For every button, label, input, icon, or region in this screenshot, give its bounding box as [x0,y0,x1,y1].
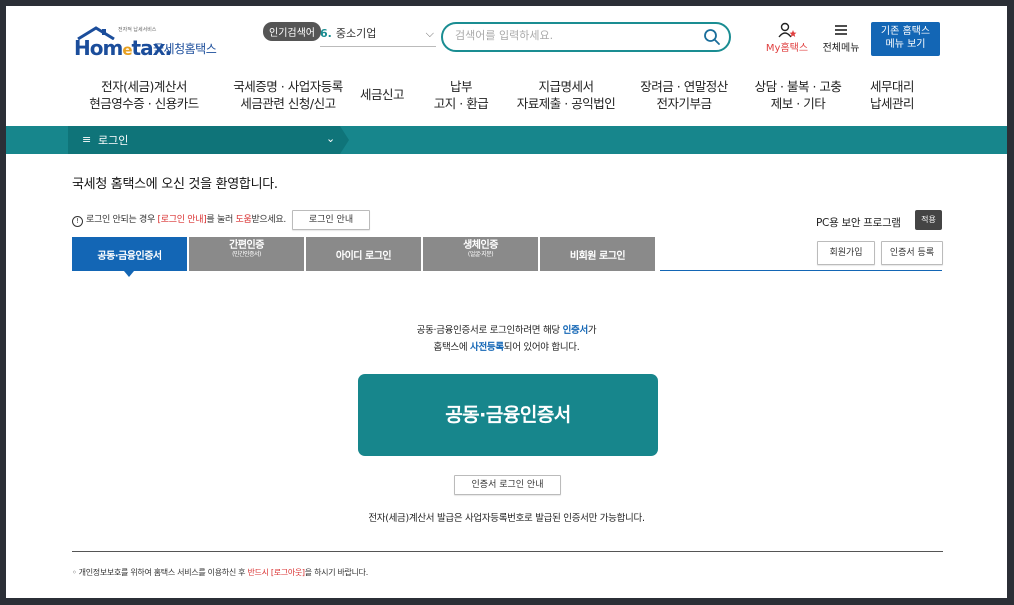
popular-rank: 6. [320,27,332,40]
cert-description-line1: 공동·금융인증서로 로그인하려면 해당 인증서가 [416,325,597,336]
search-input[interactable] [455,29,695,42]
hometax-logo[interactable]: 전자적 납세서비스 Hometax. 국세청홈택스 [74,20,234,60]
logo-tagline: 전자적 납세서비스 [118,27,157,33]
breadcrumb-bar: ≡ 로그인 ⌄ [6,126,1007,154]
list-icon: ≡ [82,133,92,146]
gnb-item-consult[interactable]: 상담 · 불복 · 고충 제보 · 기타 [748,78,848,112]
breadcrumb-arrow [340,126,349,154]
search-icon[interactable] [703,28,721,46]
user-star-icon [778,22,797,38]
gnb-item-tax-agent[interactable]: 세무대리 납세관리 [862,78,922,112]
logo-name: 국세청홈택스 [153,42,217,56]
cert-description-line2: 홈택스에 사전등록되어 있어야 합니다. [433,342,580,353]
my-hometax-label: My홈택스 [765,43,809,54]
breadcrumb-label: 로그인 [98,134,129,147]
alert-icon: ! [72,216,83,227]
gnb-item-incentive[interactable]: 장려금 · 연말정산 전자기부금 [634,78,734,112]
pc-security-apply-button[interactable]: 적용 [915,210,942,230]
tab-simple-auth[interactable]: 간편인증 (민간인증서) [189,237,305,271]
active-tab-pointer [124,271,134,277]
divider [72,551,943,552]
gnb-item-payment[interactable]: 납부 고지 · 환급 [424,78,498,112]
gnb-item-invoice[interactable]: 전자(세금)계산서 현금영수증 · 신용카드 [74,78,214,112]
search-box [441,22,731,52]
cert-register-button[interactable]: 인증서 등록 [881,241,943,265]
login-guide-button[interactable]: 로그인 안내 [292,210,370,230]
all-menu-button[interactable]: 전체메뉴 [818,22,864,54]
main-navigation: 전자(세금)계산서 현금영수증 · 신용카드 국세증명 · 사업자등록 세금관련 신… [6,78,1007,124]
chevron-down-icon[interactable]: ⌄ [326,132,335,145]
cert-login-guide-button[interactable]: 인증서 로그인 안내 [454,475,561,495]
signup-button[interactable]: 회원가입 [817,241,875,265]
popular-term: 중소기업 [335,27,377,40]
chevron-down-icon: ⌵ [425,27,434,40]
old-menu-button[interactable]: 기존 홈택스 메뉴 보기 [871,22,940,56]
tax-invoice-note: 전자(세금)계산서 발급은 사업자등록번호로 발급된 인증서만 가능합니다. [368,513,645,524]
old-menu-label-2: 메뉴 보기 [885,39,926,50]
old-menu-label-1: 기존 홈택스 [880,26,931,37]
hamburger-icon [835,25,847,35]
tab-joint-certificate[interactable]: 공동·금융인증서 [72,237,188,271]
tab-biometric[interactable]: 생체인증 (얼굴·지문) [423,237,539,271]
gnb-item-tax-report[interactable]: 세금신고 [352,86,412,103]
pc-security-label: PC용 보안 프로그램 [816,217,901,229]
page-title: 국세청 홈택스에 오신 것을 환영합니다. [72,177,278,192]
login-help-notice: ! 로그인 안되는 경우 [로그인 안내]를 눌러 도움받으세요. [72,212,286,227]
my-hometax-link[interactable]: My홈택스 [762,22,812,54]
popular-search-select[interactable]: 6. 중소기업 ⌵ [320,25,436,47]
tab-guest-login[interactable]: 비회원 로그인 [540,237,656,271]
gnb-item-certificate[interactable]: 국세증명 · 사업자등록 세금관련 신청/신고 [218,78,358,112]
gnb-item-payment-statement[interactable]: 지급명세서 자료제출 · 공익법인 [506,78,626,112]
tab-underline [660,270,942,271]
cert-login-button[interactable]: 공동·금융인증서 [358,374,658,456]
tab-id-login[interactable]: 아이디 로그인 [306,237,422,271]
logout-notice: ◦ 개인정보보호를 위하여 홈택스 서비스를 이용하신 후 반드시 [로그아웃]… [72,568,368,577]
page-frame: 전자적 납세서비스 Hometax. 국세청홈택스 인기검색어 6. 중소기업 ⌵… [6,6,1007,598]
popular-search-badge: 인기검색어 [263,22,321,41]
all-menu-label: 전체메뉴 [822,43,860,54]
